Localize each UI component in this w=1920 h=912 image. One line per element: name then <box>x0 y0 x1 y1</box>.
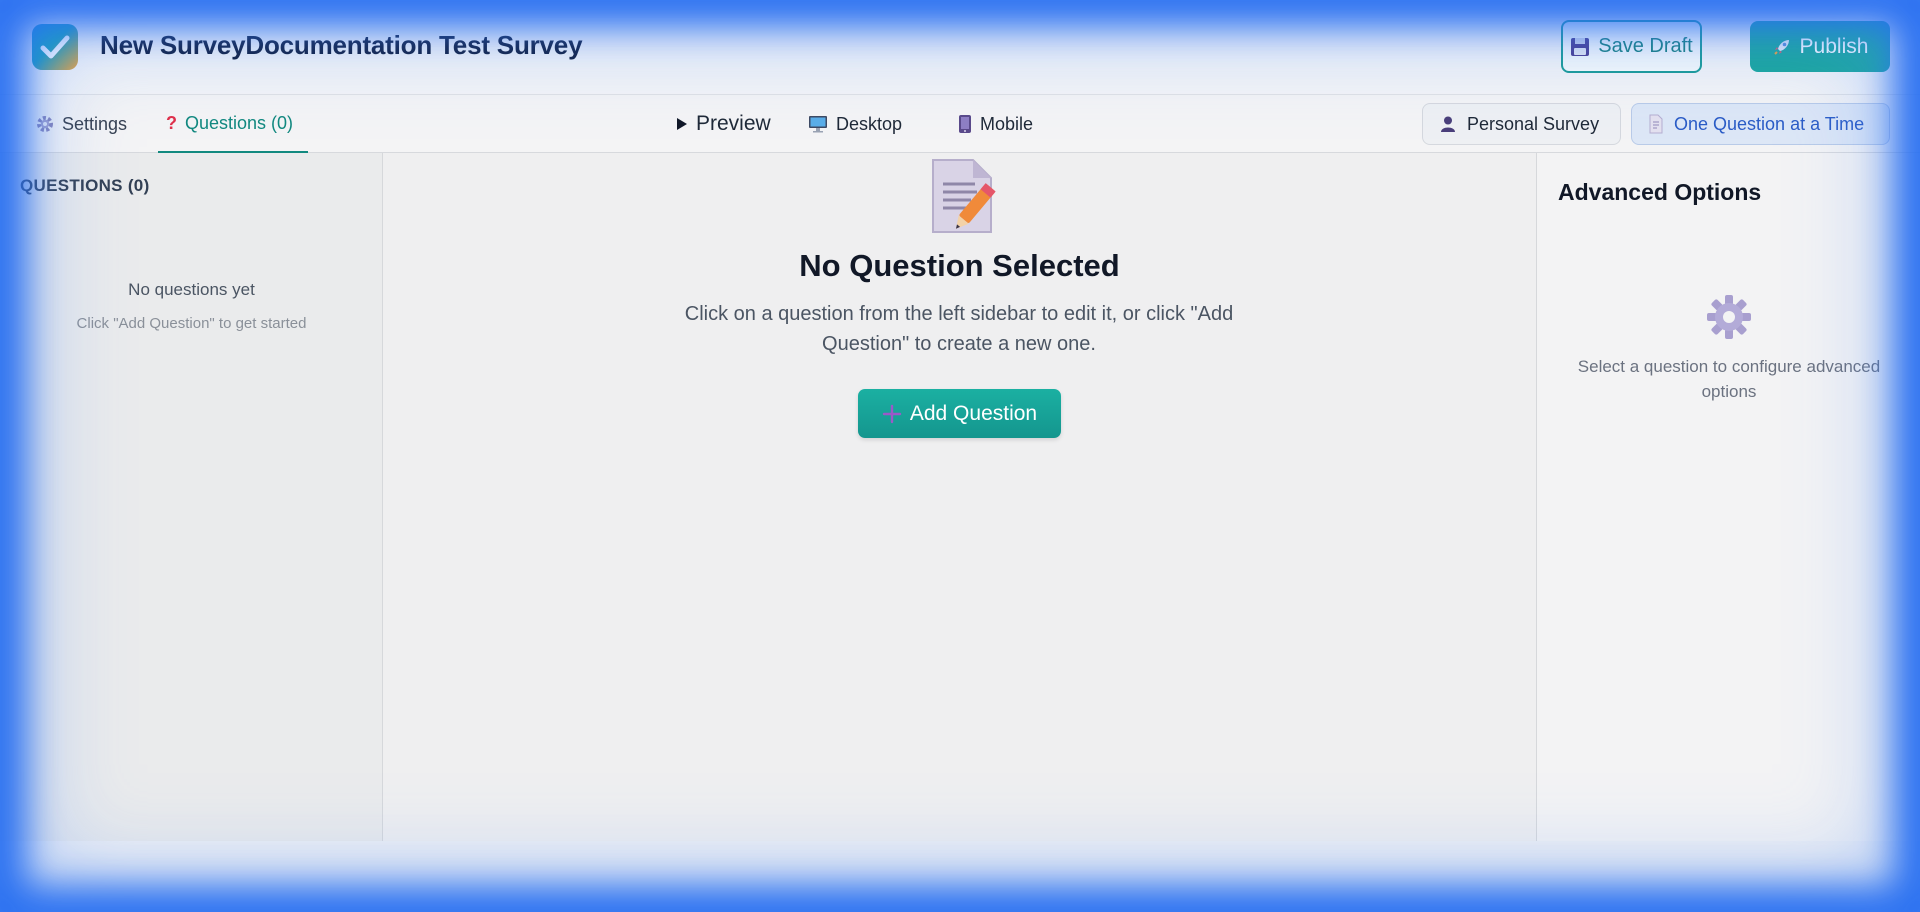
mobile-phone-icon <box>958 114 972 134</box>
question-mark-icon: ? <box>166 112 177 133</box>
mobile-view-button[interactable]: Mobile <box>958 95 1033 153</box>
plus-icon <box>882 404 902 424</box>
save-draft-button[interactable]: Save Draft <box>1561 20 1702 73</box>
no-question-title: No Question Selected <box>799 248 1120 283</box>
preview-button[interactable]: Preview <box>676 95 771 153</box>
floppy-disk-icon <box>1570 37 1590 57</box>
play-icon <box>676 117 688 131</box>
advanced-options-title: Advanced Options <box>1558 179 1762 205</box>
publish-label: Publish <box>1799 34 1869 58</box>
add-question-label: Add Question <box>909 401 1038 425</box>
no-question-description: Click on a question from the left sideba… <box>684 303 1234 355</box>
personal-survey-toggle[interactable]: Personal Survey <box>1422 103 1621 145</box>
tab-settings[interactable]: Settings <box>36 95 127 153</box>
tab-questions[interactable]: ? Questions (0) <box>158 95 308 153</box>
one-question-mode-label: One Question at a Time <box>1674 113 1865 134</box>
preview-label: Preview <box>696 112 771 135</box>
tab-settings-label: Settings <box>62 113 128 134</box>
bottom-area <box>0 841 1920 912</box>
mobile-label: Mobile <box>980 113 1034 134</box>
user-icon <box>1439 115 1457 133</box>
checkmark-icon <box>40 35 70 59</box>
personal-survey-label: Personal Survey <box>1467 113 1600 134</box>
tab-questions-label: Questions (0) <box>185 112 294 133</box>
add-question-button[interactable]: Add Question <box>858 389 1061 438</box>
app-header: New SurveyDocumentation Test Survey Save… <box>0 0 1920 95</box>
gear-icon <box>36 115 54 133</box>
save-draft-label: Save Draft <box>1598 35 1693 57</box>
app-window: New SurveyDocumentation Test Survey Save… <box>0 0 1920 912</box>
rocket-icon <box>1772 37 1792 57</box>
questions-heading: QUESTIONS (0) <box>20 176 150 195</box>
questions-sidebar: QUESTIONS (0) No questions yet Click "Ad… <box>0 153 383 841</box>
empty-questions-hint: Click "Add Question" to get started <box>76 315 307 332</box>
advanced-options-panel: Advanced Options Select a question to co… <box>1536 153 1920 841</box>
empty-questions-title: No questions yet <box>128 280 255 299</box>
question-editor: No Question Selected Click on a question… <box>383 153 1536 841</box>
survey-title: New SurveyDocumentation Test Survey <box>100 30 583 60</box>
desktop-label: Desktop <box>836 113 903 134</box>
publish-button[interactable]: Publish <box>1750 21 1890 72</box>
desktop-view-button[interactable]: Desktop <box>808 95 902 153</box>
one-question-mode-toggle[interactable]: One Question at a Time <box>1631 103 1890 145</box>
page-icon <box>1648 114 1664 134</box>
desktop-monitor-icon <box>808 115 828 133</box>
app-logo <box>32 24 78 70</box>
gear-icon <box>1707 295 1751 339</box>
document-pencil-icon <box>932 159 996 233</box>
advanced-options-description: Select a question to configure advanced … <box>1577 357 1881 401</box>
editor-toolbar: Settings ? Questions (0) Preview Desktop <box>0 95 1920 153</box>
